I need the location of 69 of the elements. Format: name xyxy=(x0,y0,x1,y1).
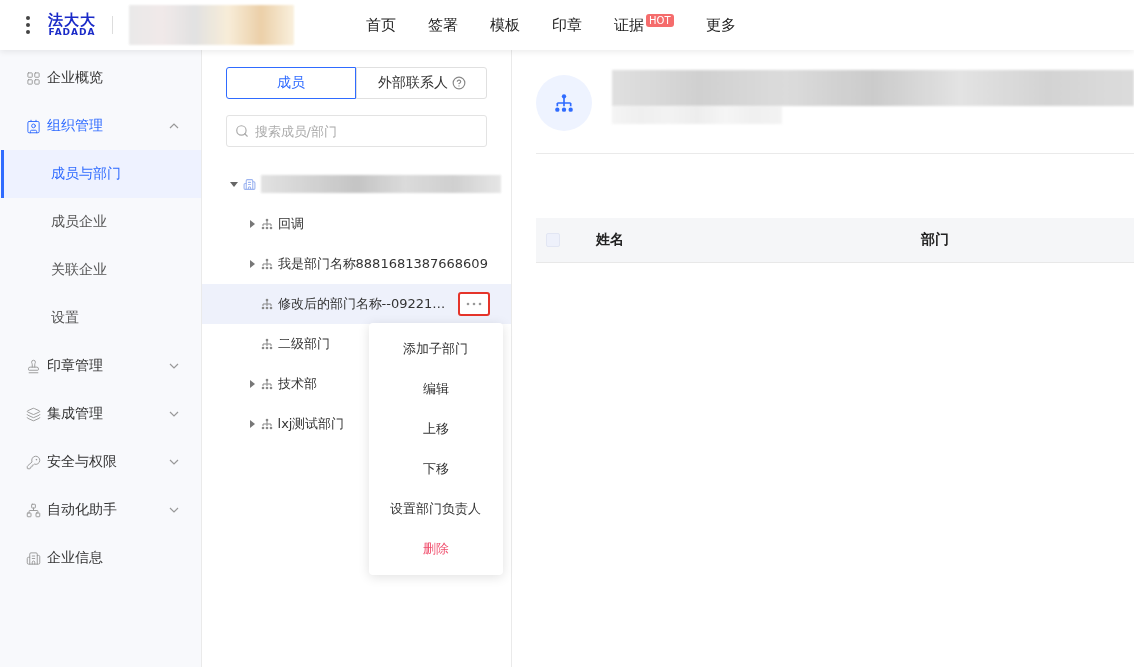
more-button[interactable] xyxy=(458,292,491,316)
menu-item[interactable]: 下移 xyxy=(368,449,503,489)
caret-right-icon[interactable] xyxy=(247,380,256,388)
sidebar-item[interactable]: 安全与权限 xyxy=(0,438,201,486)
sidebar-label: 企业信息 xyxy=(47,549,104,567)
sidebar-label: 组织管理 xyxy=(47,117,104,135)
search-field[interactable]: 搜索成员/部门 xyxy=(225,115,487,147)
sidebar-label: 企业概览 xyxy=(47,69,104,87)
caret-right-icon[interactable] xyxy=(247,220,256,228)
org-chart-icon xyxy=(260,218,273,230)
sidebar-item[interactable]: 印章管理 xyxy=(0,342,201,390)
sidebar-item[interactable]: 集成管理 xyxy=(0,390,201,438)
menu-item[interactable]: 编辑 xyxy=(368,369,503,409)
org-chart-icon xyxy=(260,298,273,310)
column-header: 部门 xyxy=(921,231,950,249)
hot-badge: HOT xyxy=(646,13,674,27)
sidebar-label: 安全与权限 xyxy=(47,453,118,471)
nav-link[interactable]: 印章 xyxy=(536,15,598,35)
building-icon xyxy=(242,177,256,191)
more-icon xyxy=(466,302,483,306)
caret-right-icon[interactable] xyxy=(247,260,256,268)
sidebar-item[interactable]: 企业概览 xyxy=(0,54,201,102)
sidebar-icon xyxy=(26,550,41,566)
sidebar-icon xyxy=(26,358,41,374)
sidebar-subitem[interactable]: 成员与部门 xyxy=(1,150,201,198)
nav-link[interactable]: 更多 xyxy=(689,15,752,35)
menu-item[interactable]: 删除 xyxy=(368,529,503,569)
logo-wordmark: FADADA xyxy=(48,28,96,37)
tab[interactable]: 外部联系人 xyxy=(356,67,487,99)
sidebar-icon xyxy=(26,502,41,518)
column-header: 姓名 xyxy=(596,231,625,249)
sidebar-icon xyxy=(26,406,41,422)
sidebar-icon xyxy=(26,454,41,470)
sidebar-icon xyxy=(26,70,41,86)
department-name[interactable]: 修改后的部门名称--09221… xyxy=(277,295,446,313)
sidebar-label: 自动化助手 xyxy=(47,501,118,519)
tab[interactable]: 成员 xyxy=(225,67,357,99)
department-name[interactable]: 二级部门 xyxy=(277,335,330,353)
sidebar-item[interactable]: 组织管理 xyxy=(0,102,201,150)
sidebar-item[interactable]: 自动化助手 xyxy=(0,486,201,534)
department-name[interactable]: lxj测试部门 xyxy=(277,415,345,433)
org-chart-icon xyxy=(260,258,273,270)
sidebar-subitem[interactable]: 关联企业 xyxy=(1,246,201,294)
nav-link[interactable]: 签署 xyxy=(412,15,474,35)
caret-right-icon[interactable] xyxy=(247,420,256,428)
selected-tree-row[interactable]: 修改后的部门名称--09221… xyxy=(201,284,511,324)
logo-text: 法大大 xyxy=(48,13,96,28)
sidebar-icon xyxy=(26,118,41,134)
menu-icon[interactable] xyxy=(24,14,32,36)
sidebar-label: 印章管理 xyxy=(47,357,104,375)
department-name[interactable]: 我是部门名称8881681387668609 xyxy=(277,255,488,273)
org-chart-icon xyxy=(260,338,273,350)
department-name[interactable]: 回调 xyxy=(277,215,304,233)
org-chart-icon xyxy=(260,418,273,430)
sidebar-label: 集成管理 xyxy=(47,405,104,423)
org-chart-icon xyxy=(260,378,273,390)
department-name[interactable]: 技术部 xyxy=(277,375,317,393)
menu-item[interactable]: 添加子部门 xyxy=(368,329,503,369)
org-chart-icon xyxy=(554,93,574,113)
sidebar-subitem[interactable]: 成员企业 xyxy=(1,198,201,246)
menu-item[interactable]: 设置部门负责人 xyxy=(368,489,503,529)
nav-link[interactable]: 模板 xyxy=(474,15,536,35)
nav-link[interactable]: 证据 HOT xyxy=(598,15,690,35)
help-icon[interactable] xyxy=(451,76,466,90)
caret-down-icon[interactable] xyxy=(229,180,238,188)
sidebar-item[interactable]: 企业信息 xyxy=(0,534,201,582)
sidebar-subitem[interactable]: 设置 xyxy=(1,294,201,342)
menu-item[interactable]: 上移 xyxy=(368,409,503,449)
nav-link[interactable]: 首页 xyxy=(350,15,412,35)
